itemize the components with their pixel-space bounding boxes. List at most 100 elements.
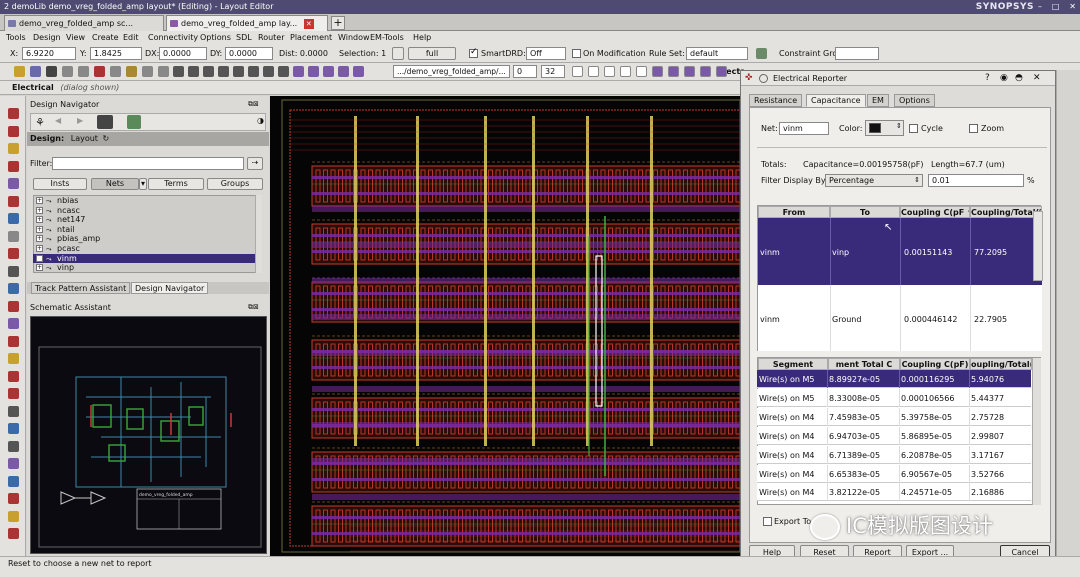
zoom-prev-icon[interactable] [233, 66, 244, 77]
navigator-home-icon[interactable]: ⚘ [35, 116, 45, 129]
layout-tool-icon[interactable] [8, 528, 19, 539]
delete-icon[interactable] [94, 66, 105, 77]
wire-icon[interactable] [323, 66, 334, 77]
measure-icon[interactable] [263, 66, 274, 77]
layout-tool-icon[interactable] [8, 370, 19, 382]
expand-icon[interactable]: + [36, 235, 43, 243]
layer-icon[interactable] [338, 66, 349, 77]
filter-display-select[interactable]: Percentage ⇕ [825, 174, 923, 187]
close-icon[interactable]: ✕ [1033, 71, 1041, 86]
dy-field[interactable]: 0.0000 [225, 47, 273, 60]
menu-options[interactable]: Options [200, 33, 231, 42]
table-row[interactable]: Wire(s) on M4 7.45983e-05 5.39758e-05 2.757… [757, 407, 1031, 426]
menu-tools[interactable]: Tools [6, 33, 26, 42]
layout-tool-icon[interactable] [8, 405, 19, 417]
cycle-checkbox[interactable] [909, 124, 918, 133]
menu-sdl[interactable]: SDL [236, 33, 252, 42]
on-modification-checkbox[interactable] [572, 49, 581, 58]
rule-set-select[interactable]: default [686, 47, 748, 60]
layout-tool-icon[interactable] [8, 125, 19, 137]
export-to-checkbox[interactable] [763, 517, 772, 526]
display-toggle-icon[interactable] [604, 66, 615, 77]
zoom-fit-icon[interactable] [203, 66, 214, 77]
net-item-nbias[interactable]: + ⤳ nbias [33, 196, 255, 206]
dx-field[interactable]: 0.0000 [159, 47, 207, 60]
display-toggle-icon[interactable] [652, 66, 663, 77]
tab-insts[interactable]: Insts [33, 178, 87, 190]
probe-icon[interactable] [353, 66, 364, 77]
level-from-field[interactable]: 0 [513, 65, 537, 78]
expand-icon[interactable]: + [36, 216, 43, 224]
zoom-in-icon[interactable] [173, 66, 184, 77]
col-from[interactable]: From [758, 206, 830, 218]
col-to[interactable]: To [830, 206, 900, 218]
expand-icon[interactable]: + [36, 264, 43, 272]
net-item-pcasc[interactable]: + ⤳ pcasc [33, 244, 255, 254]
layout-tool-icon[interactable] [8, 160, 19, 172]
panel-float-icon[interactable]: ⧉⊠ [248, 100, 259, 109]
expand-icon[interactable]: + [36, 197, 43, 204]
layout-tool-icon[interactable] [8, 493, 19, 504]
expand-icon[interactable]: + [36, 254, 43, 262]
menu-view[interactable]: View [66, 33, 85, 42]
net-item-vinm[interactable]: + ⤳ vinm [33, 253, 255, 264]
refresh-icon[interactable]: ↻ [103, 134, 110, 143]
tools-icon[interactable] [756, 48, 767, 59]
menu-design[interactable]: Design [33, 33, 61, 42]
table-row[interactable]: Wire(s) on M4 6.71389e-05 6.20878e-05 3.171… [757, 445, 1031, 464]
col-segment-coupling[interactable]: Coupling C(pF) [900, 358, 970, 370]
save-icon[interactable] [30, 66, 41, 77]
filter-input[interactable] [52, 157, 244, 170]
display-toggle-icon[interactable] [620, 66, 631, 77]
expand-icon[interactable]: + [36, 206, 43, 214]
refresh-icon[interactable] [248, 66, 259, 77]
layout-tool-icon[interactable] [8, 318, 19, 329]
nets-dropdown-icon[interactable]: ▾ [139, 178, 147, 190]
dialog-menu-icon[interactable] [759, 74, 768, 83]
table-row[interactable]: Wire(s) on M4 6.94703e-05 5.86895e-05 2.998… [757, 426, 1031, 445]
smartdrd-select[interactable]: Off [526, 47, 566, 60]
minimize-icon[interactable]: – [1038, 0, 1042, 14]
back-icon[interactable]: ◀ [55, 116, 61, 125]
net-list-scrollbar[interactable] [255, 195, 262, 273]
layout-tool-icon[interactable] [8, 353, 19, 364]
open-icon[interactable] [14, 66, 25, 77]
expand-icon[interactable]: + [36, 245, 43, 252]
smartdrd-checkbox[interactable] [469, 47, 478, 58]
tab-schematic[interactable]: demo_vreg_folded_amp sc... [4, 15, 164, 31]
filter-apply-icon[interactable]: ⇢ [247, 157, 263, 170]
print-icon[interactable] [46, 66, 57, 77]
copy-icon[interactable] [78, 66, 89, 77]
menu-placement[interactable]: Placement [290, 33, 332, 42]
close-icon[interactable]: ✕ [1069, 0, 1076, 14]
ruler-icon[interactable] [278, 66, 289, 77]
layout-tool-icon[interactable] [8, 335, 19, 347]
layout-tool-icon[interactable] [8, 458, 19, 469]
table-row[interactable]: vinm vinp 0.00151143 77.2095 [758, 218, 1042, 285]
net-item-vinp[interactable]: + ⤳ vinp [33, 263, 255, 273]
color-picker[interactable]: ⇕ [865, 120, 904, 136]
table-row[interactable]: Wire(s) on M5 8.89927e-05 0.000116295 5.940… [757, 370, 1031, 388]
col-coupling-total[interactable]: Coupling/Total(% [970, 206, 1042, 218]
display-toggle-icon[interactable] [588, 66, 599, 77]
select-icon[interactable] [142, 66, 153, 77]
maximize-icon[interactable]: □ [1052, 0, 1060, 14]
layout-tool-icon[interactable] [8, 300, 19, 312]
settings-icon[interactable] [127, 115, 141, 129]
y-coordinate-field[interactable]: 1.8425 [90, 47, 142, 60]
layout-tool-icon[interactable] [8, 108, 19, 119]
display-toggle-icon[interactable] [572, 66, 583, 77]
forward-icon[interactable]: ▶ [77, 116, 83, 125]
menu-create[interactable]: Create [92, 33, 119, 42]
layout-tool-icon[interactable] [8, 230, 19, 242]
layout-tool-icon[interactable] [8, 440, 19, 452]
menu-edit[interactable]: Edit [123, 33, 139, 42]
x-coordinate-field[interactable]: 6.9220 [22, 47, 76, 60]
layout-tool-icon[interactable] [8, 423, 19, 434]
schematic-view[interactable]: demo_vreg_folded_amp [30, 316, 267, 554]
path-field[interactable]: .../demo_vreg_folded_amp/... [393, 65, 510, 78]
display-toggle-icon[interactable] [636, 66, 647, 77]
expand-icon[interactable]: + [36, 225, 43, 233]
dialog-scrollbar[interactable] [1033, 211, 1043, 281]
layout-tool-icon[interactable] [8, 283, 19, 294]
